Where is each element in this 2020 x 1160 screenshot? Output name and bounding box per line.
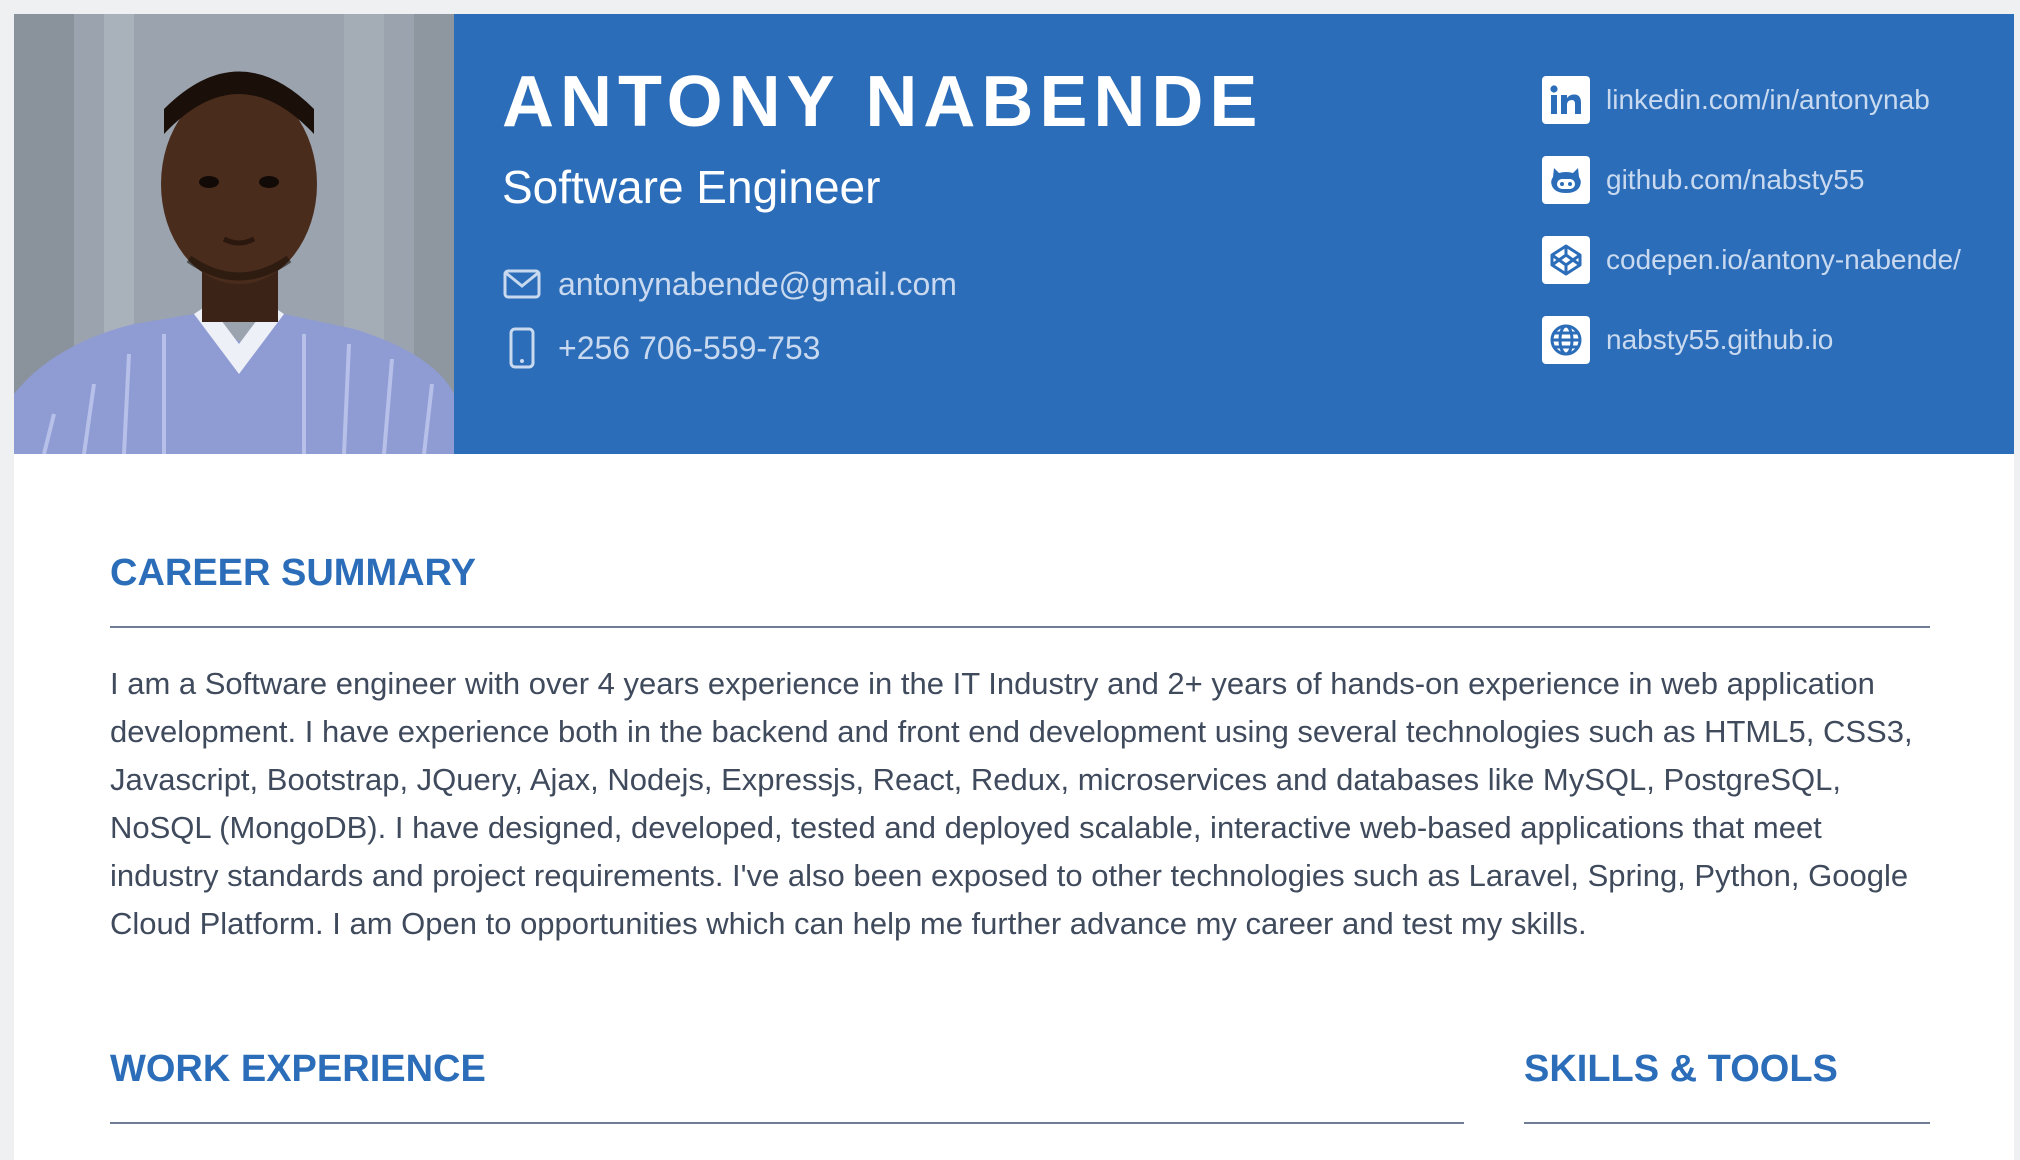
website-link[interactable]: nabsty55.github.io xyxy=(1542,316,1961,364)
globe-icon xyxy=(1542,316,1590,364)
job-title: Software Engineer xyxy=(502,161,881,213)
github-icon xyxy=(1542,156,1590,204)
mobile-phone-icon xyxy=(502,327,542,369)
resume-name: ANTONY NABENDE xyxy=(502,62,1264,142)
profile-photo-illustration xyxy=(14,14,454,454)
codepen-icon xyxy=(1542,236,1590,284)
career-summary-heading: CAREER SUMMARY xyxy=(110,552,476,594)
github-link[interactable]: github.com/nabsty55 xyxy=(1542,156,1961,204)
career-summary-divider xyxy=(110,626,1930,628)
resume-header: ANTONY NABENDE Software Engineer antonyn… xyxy=(14,14,2014,454)
codepen-link[interactable]: codepen.io/antony-nabende/ xyxy=(1542,236,1961,284)
phone-contact[interactable]: +256 706-559-753 xyxy=(502,327,821,369)
website-url: nabsty55.github.io xyxy=(1606,324,1834,355)
skills-tools-heading: SKILLS & TOOLS xyxy=(1524,1048,1838,1090)
phone-text: +256 706-559-753 xyxy=(558,329,821,366)
email-contact[interactable]: antonynabende@gmail.com xyxy=(502,264,957,304)
codepen-url: codepen.io/antony-nabende/ xyxy=(1606,244,1961,275)
work-experience-divider xyxy=(110,1122,1464,1124)
social-links: linkedin.com/in/antonynab github.com/nab… xyxy=(1542,76,1961,396)
envelope-icon xyxy=(502,264,542,304)
resume-page: ANTONY NABENDE Software Engineer antonyn… xyxy=(14,14,2014,1160)
github-url: github.com/nabsty55 xyxy=(1606,164,1865,195)
profile-photo xyxy=(14,14,454,454)
work-experience-heading: WORK EXPERIENCE xyxy=(110,1048,486,1090)
linkedin-link[interactable]: linkedin.com/in/antonynab xyxy=(1542,76,1961,124)
skills-tools-divider xyxy=(1524,1122,1930,1124)
email-text: antonynabende@gmail.com xyxy=(558,265,957,302)
linkedin-icon xyxy=(1542,76,1590,124)
linkedin-url: linkedin.com/in/antonynab xyxy=(1606,84,1930,115)
career-summary-text: I am a Software engineer with over 4 yea… xyxy=(110,666,1913,941)
